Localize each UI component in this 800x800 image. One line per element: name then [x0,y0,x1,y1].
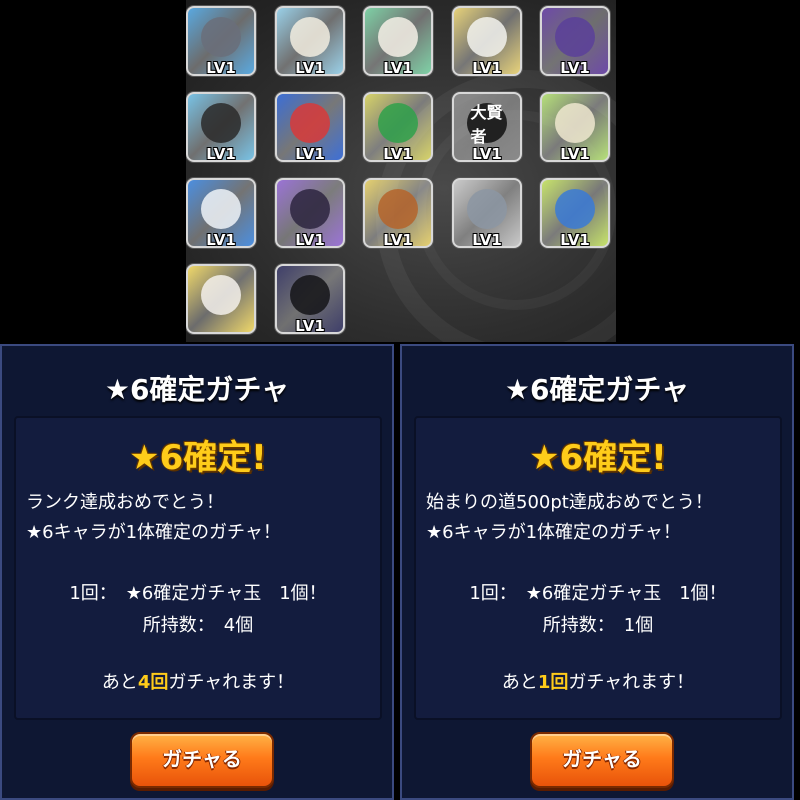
character-card[interactable]: LV1 [363,92,433,162]
level-label: LV1 [383,145,413,162]
character-card[interactable]: LV1 [186,178,256,248]
level-label: LV1 [383,231,413,248]
gacha-panel-right: ★6確定ガチャ ★6確定! 始まりの道500pt達成おめでとう！ ★6キャラが1… [400,344,794,800]
remaining-prefix: あと [101,672,138,693]
remaining-prefix: あと [501,672,538,693]
cost-info: 1回： ★6確定ガチャ玉 1個！ 所持数： 1個 [416,578,780,642]
confirm-banner: ★6確定! [129,438,267,478]
character-sign-text: 大賢者 [470,103,503,147]
character-card[interactable]: LV1 [186,6,256,76]
cost-per-pull: 1回： ★6確定ガチャ玉 1個！ [469,583,727,604]
owned-count: 所持数： 4個 [142,615,254,636]
raccoon-icon [378,189,418,230]
character-card[interactable]: LV1 [186,92,256,162]
character-card[interactable]: LV1 [363,178,433,248]
panel-content: ★6確定! 始まりの道500pt達成おめでとう！ ★6キャラが1体確定のガチャ！… [414,416,782,720]
level-label: LV1 [295,231,325,248]
character-card[interactable]: 大賢者 LV1 [452,92,522,162]
level-label: LV1 [206,59,236,76]
level-label: LV1 [206,231,236,248]
villain-icon [555,17,595,58]
description-line-2: ★6キャラが1体確定のガチャ！ [26,522,281,543]
dragon-icon [555,189,595,230]
robot-icon [467,189,507,230]
character-card[interactable]: LV1 [275,178,345,248]
confirm-banner: ★6確定! [529,438,667,478]
description-line-1: 始まりの道500pt達成おめでとう！ [426,492,713,513]
description: 始まりの道500pt達成おめでとう！ ★6キャラが1体確定のガチャ！ [426,488,713,548]
level-label: LV1 [295,59,325,76]
level-label: LV1 [560,59,590,76]
panda-icon [201,189,241,230]
girl-icon [201,103,241,144]
remaining-suffix: ガチャれます！ [168,672,295,693]
cost-per-pull: 1回： ★6確定ガチャ玉 1個！ [69,583,327,604]
character-card[interactable]: LV1 [540,6,610,76]
character-card[interactable]: LV1 [275,92,345,162]
frog-icon [378,103,418,144]
level-label: LV1 [383,59,413,76]
level-label: LV1 [295,145,325,162]
panel-content: ★6確定! ランク達成おめでとう！ ★6キャラが1体確定のガチャ！ 1回： ★6… [14,416,382,720]
panel-title: ★6確定ガチャ [104,373,290,406]
gacha-button[interactable]: ガチャる [530,732,674,788]
level-label: LV1 [295,317,325,334]
panel-title: ★6確定ガチャ [504,373,690,406]
character-card[interactable]: LV1 [363,6,433,76]
character-card[interactable]: LV1 [452,178,522,248]
gacha-button[interactable]: ガチャる [130,732,274,788]
character-card[interactable]: LV1 [452,6,522,76]
description: ランク達成おめでとう！ ★6キャラが1体確定のガチャ！ [26,488,281,548]
dog-icon [290,17,330,58]
remaining-pulls: あと1回ガチャれます！ [416,668,780,694]
character-card[interactable]: LV1 [275,6,345,76]
character-card[interactable]: LV1 [275,264,345,334]
description-line-1: ランク達成おめでとう！ [26,492,224,513]
character-card[interactable]: LV1 [540,92,610,162]
remaining-count: 1回 [537,672,569,693]
owned-count: 所持数： 1個 [542,615,654,636]
beast-icon [201,17,241,58]
gacha-panel-left: ★6確定ガチャ ★6確定! ランク達成おめでとう！ ★6キャラが1体確定のガチャ… [0,344,394,800]
fluffball-icon [290,275,330,316]
description-line-2: ★6キャラが1体確定のガチャ！ [426,522,681,543]
remaining-suffix: ガチャれます！ [568,672,695,693]
level-label: LV1 [472,145,502,162]
level-label: LV1 [472,231,502,248]
character-card[interactable]: LV1 [540,178,610,248]
character-card[interactable] [186,264,256,334]
fox-girl-icon [201,275,241,316]
level-label: LV1 [206,145,236,162]
crow-icon [290,189,330,230]
level-label: LV1 [472,59,502,76]
remaining-pulls: あと4回ガチャれます！ [16,668,380,694]
cost-info: 1回： ★6確定ガチャ玉 1個！ 所持数： 4個 [16,578,380,642]
doll-icon [467,17,507,58]
duck-icon [378,17,418,58]
level-label: LV1 [560,231,590,248]
shark-icon [290,103,330,144]
elf-girl-icon [555,103,595,144]
character-box: LV1 LV1 LV1 LV1 LV1 LV1 LV1 LV1 大賢者 LV1 LV1 LV1 LV1 L… [186,0,616,342]
remaining-count: 4回 [137,672,169,693]
level-label: LV1 [560,145,590,162]
